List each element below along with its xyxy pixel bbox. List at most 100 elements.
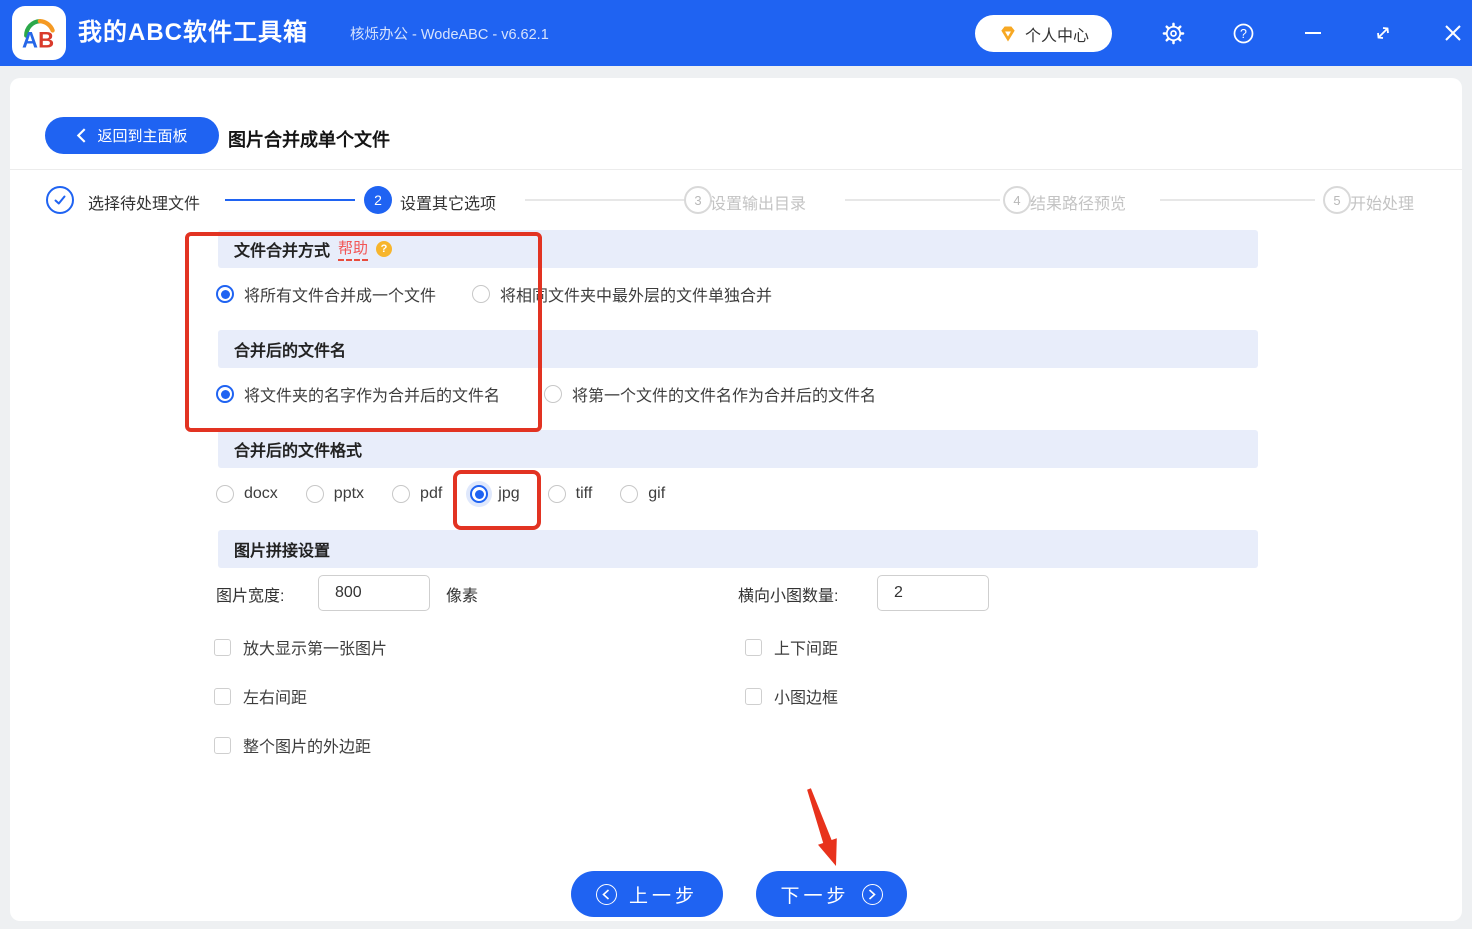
radio-merge-all-label: 将所有文件合并成一个文件: [244, 288, 437, 305]
checkbox-icon[interactable]: [745, 687, 762, 705]
checkbox-vertical-spacing[interactable]: 上下间距: [745, 635, 838, 659]
svg-text:?: ?: [1240, 26, 1247, 40]
checkbox-icon[interactable]: [214, 687, 231, 705]
section-stitch-header: 图片拼接设置: [218, 530, 1258, 568]
check-icon: [54, 195, 66, 205]
radio-format-docx-label: docx: [244, 485, 278, 502]
app-logo-icon: A B: [22, 18, 55, 52]
minimize-button[interactable]: [1291, 0, 1335, 66]
next-step-label: 下一步: [780, 885, 850, 907]
close-icon: [1445, 25, 1461, 41]
format-options: docx pptx pdf jpg tiff gif: [216, 470, 665, 530]
radio-unselected-icon[interactable]: [216, 485, 234, 503]
back-button-label: 返回到主面板: [97, 128, 188, 145]
checkbox-enlarge-first-image[interactable]: 放大显示第一张图片: [214, 635, 387, 659]
wizard-connector-2: [525, 199, 685, 201]
merge-method-options: 将所有文件合并成一个文件 将相同文件夹中最外层的文件单独合并: [216, 279, 772, 309]
maximize-button[interactable]: [1361, 0, 1405, 66]
checkbox-icon[interactable]: [214, 638, 231, 656]
radio-merge-per-folder[interactable]: 将相同文件夹中最外层的文件单独合并: [472, 282, 772, 306]
radio-format-gif[interactable]: gif: [620, 485, 665, 503]
wizard-step-3-label[interactable]: 设置输出目录: [710, 190, 806, 214]
radio-unselected-icon[interactable]: [392, 485, 411, 503]
horizontal-count-input[interactable]: [877, 575, 989, 611]
close-button[interactable]: [1431, 0, 1472, 66]
section-merge-method-title: 文件合并方式: [234, 243, 331, 260]
resize-icon: [1377, 27, 1389, 39]
vip-gem-icon: [1001, 26, 1015, 41]
wizard-connector-3: [845, 199, 1000, 201]
image-width-label: 图片宽度:: [216, 588, 285, 605]
radio-first-file-name[interactable]: 将第一个文件的文件名作为合并后的文件名: [544, 382, 876, 406]
radio-folder-name[interactable]: 将文件夹的名字作为合并后的文件名: [216, 382, 500, 406]
image-width-unit: 像素: [446, 588, 479, 605]
prev-step-label: 上一步: [628, 885, 698, 907]
radio-unselected-icon[interactable]: [544, 385, 563, 403]
checkbox-thumb-border[interactable]: 小图边框: [745, 684, 838, 708]
app-title: 我的ABC软件工具箱: [78, 19, 308, 46]
radio-selected-icon[interactable]: [470, 485, 489, 503]
radio-selected-icon[interactable]: [216, 385, 234, 403]
radio-selected-icon[interactable]: [216, 285, 234, 303]
radio-merge-all[interactable]: 将所有文件合并成一个文件: [216, 282, 436, 306]
help-icon: ?: [1233, 23, 1253, 43]
radio-folder-name-label: 将文件夹的名字作为合并后的文件名: [244, 388, 501, 405]
radio-unselected-icon[interactable]: [472, 285, 491, 303]
section-filename-header: 合并后的文件名: [218, 330, 1258, 368]
svg-text:A: A: [22, 27, 38, 52]
checkbox-vertical-spacing-label: 上下间距: [774, 641, 839, 658]
wizard-step-4-circle: 4: [1003, 186, 1031, 214]
wizard-step-3-number: 3: [694, 192, 702, 208]
radio-unselected-icon[interactable]: [620, 485, 639, 503]
wizard-step-4-label[interactable]: 结果路径预览: [1030, 190, 1126, 214]
page-title: 图片合并成单个文件: [228, 130, 390, 150]
wizard-step-2-label[interactable]: 设置其它选项: [400, 190, 496, 214]
wizard-step-3-circle: 3: [684, 186, 712, 214]
checkbox-horizontal-spacing[interactable]: 左右间距: [214, 684, 307, 708]
radio-unselected-icon[interactable]: [547, 485, 566, 503]
filename-options: 将文件夹的名字作为合并后的文件名 将第一个文件的文件名作为合并后的文件名: [216, 379, 876, 409]
settings-button[interactable]: [1151, 0, 1195, 66]
help-link[interactable]: 帮助: [338, 237, 369, 261]
minimize-icon: [1305, 32, 1321, 34]
radio-format-pptx-label: pptx: [333, 485, 365, 502]
wizard-step-4-number: 4: [1013, 192, 1021, 208]
wizard-step-5-number: 5: [1333, 192, 1341, 208]
wizard-step-5-label[interactable]: 开始处理: [1350, 190, 1414, 214]
radio-format-jpg[interactable]: jpg: [453, 470, 542, 530]
radio-format-docx[interactable]: docx: [216, 485, 278, 503]
chevron-left-icon: [77, 128, 86, 143]
checkbox-outer-margin-label: 整个图片的外边距: [243, 739, 372, 756]
radio-format-tiff[interactable]: tiff: [547, 485, 593, 503]
horizontal-count-label: 横向小图数量:: [738, 588, 839, 605]
next-step-button[interactable]: 下一步: [756, 871, 907, 917]
radio-format-gif-label: gif: [648, 485, 666, 502]
header-divider: [10, 169, 1462, 170]
gear-icon: [1162, 22, 1184, 44]
radio-format-jpg-label: jpg: [498, 485, 520, 502]
help-question-icon[interactable]: ?: [376, 241, 393, 257]
section-format-header: 合并后的文件格式: [218, 430, 1258, 468]
svg-text:B: B: [38, 27, 54, 52]
prev-step-button[interactable]: 上一步: [571, 871, 723, 917]
image-width-input[interactable]: [318, 575, 430, 611]
radio-format-pptx[interactable]: pptx: [305, 485, 365, 503]
checkbox-icon[interactable]: [745, 638, 762, 656]
wizard-connector-1: [225, 199, 355, 201]
back-to-main-button[interactable]: 返回到主面板: [45, 117, 219, 154]
wizard-connector-4: [1160, 199, 1315, 201]
radio-format-pdf-label: pdf: [420, 485, 443, 502]
help-button[interactable]: ?: [1221, 0, 1265, 66]
radio-format-tiff-label: tiff: [575, 485, 593, 502]
radio-format-pdf[interactable]: pdf: [392, 485, 442, 503]
radio-first-file-name-label: 将第一个文件的文件名作为合并后的文件名: [572, 388, 877, 405]
section-stitch-title: 图片拼接设置: [234, 543, 331, 560]
section-format-title: 合并后的文件格式: [234, 443, 363, 460]
wizard-step-1-circle: [46, 186, 74, 214]
radio-unselected-icon[interactable]: [305, 485, 324, 503]
checkbox-outer-margin[interactable]: 整个图片的外边距: [214, 733, 371, 757]
user-center-button[interactable]: 个人中心: [975, 15, 1112, 52]
section-filename-title: 合并后的文件名: [234, 343, 347, 360]
wizard-step-1-label[interactable]: 选择待处理文件: [88, 190, 200, 214]
checkbox-icon[interactable]: [214, 736, 231, 754]
